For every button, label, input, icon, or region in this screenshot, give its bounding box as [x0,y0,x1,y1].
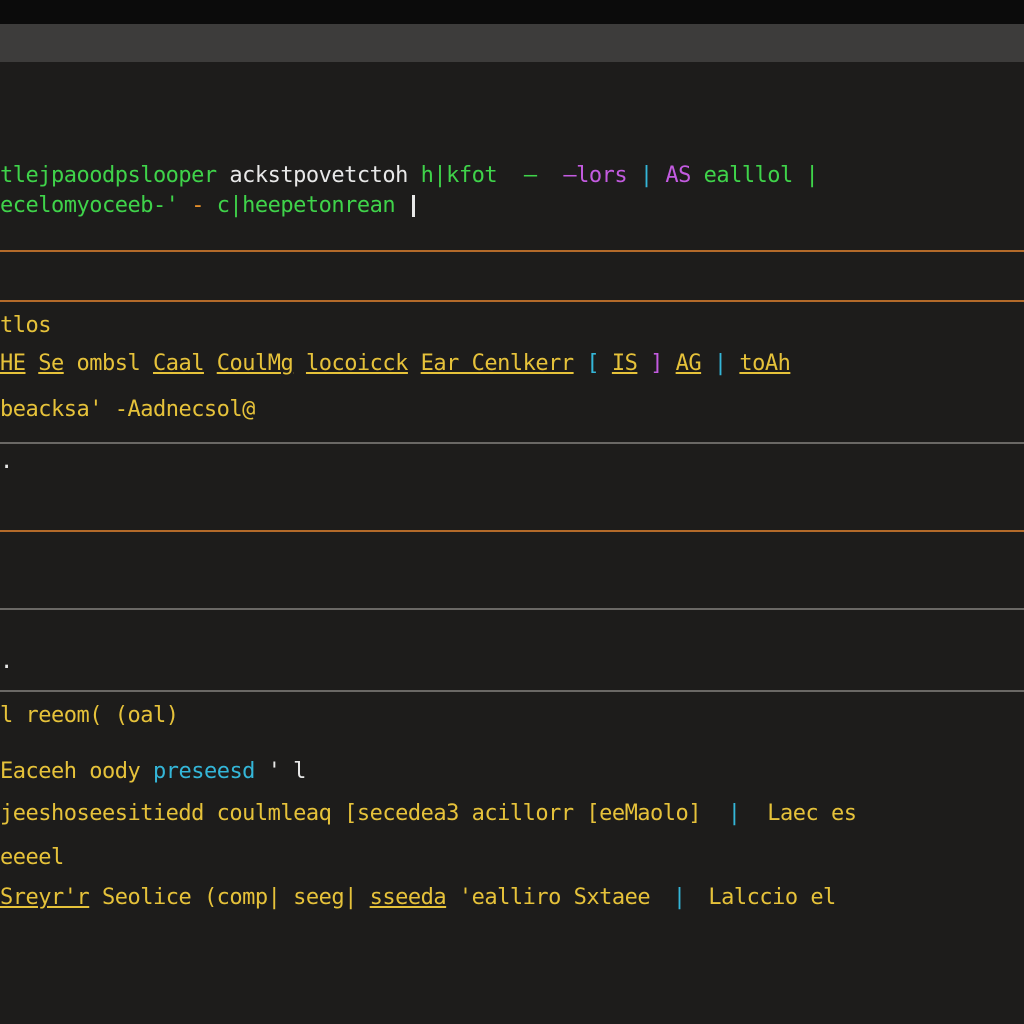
output-token: ] [650,351,663,376]
top-edge [0,0,1024,24]
output-line: jeeshoseesitiedd coulmleaq [secedea3 aci… [0,800,857,828]
output-token: | [727,801,741,826]
status-panel: . [0,610,1024,690]
output-token: | [713,351,727,376]
empty-panel [0,252,1024,300]
output-token: c|heepetonrean [216,193,396,218]
output-token: . [0,649,13,674]
output-token: Se [38,351,64,376]
output-token: h|kfot [420,163,498,188]
output-token: CoulMg [216,351,294,376]
output-token: ' l [267,759,307,784]
output-token: jeeshoseesitiedd [0,801,204,826]
output-line: HE Se ombsl Caal CoulMg locoicck Ear Cen… [0,350,791,378]
output-token: toAh [739,351,791,376]
output-line: tlejpaoodpslooper ackstpovetctoh h|kfot … [0,162,819,190]
output-line: tlos [0,312,51,340]
output-token: Caal [152,351,204,376]
output-token: tlejpaoodpslooper [0,163,217,188]
output-token: HE [0,351,26,376]
output-token: Ear Cenlkerr [420,351,574,376]
output-line: . [0,448,13,476]
output-token: ombsl [76,351,141,376]
output-token: 'ealliro [458,885,561,910]
output-token: [ [586,351,600,376]
output-token: seeg| [293,885,357,910]
output-block-2: tlos HE Se ombsl Caal CoulMg locoicck Ea… [0,302,1024,442]
output-token: ackstpovetctoh [229,163,408,188]
output-token: [secedea3 [344,801,459,826]
output-token: (oal) [114,703,179,728]
output-token: Lalccio [708,885,798,910]
output-token: (comp| [203,885,281,910]
output-token: acillorr [471,801,574,826]
output-line: eeeel [0,844,64,872]
output-token: beacksa' [0,397,102,422]
output-token: Sxtaee [573,885,651,910]
text-cursor [411,195,415,217]
output-token: el [810,885,836,910]
output-token: –lors [563,163,628,188]
output-token: -Aadnecsol@ [114,397,256,422]
empty-panel [0,532,1024,608]
output-block-1: tlejpaoodpslooper ackstpovetctoh h|kfot … [0,62,1024,250]
output-token: — [523,163,537,188]
output-line: Eaceeh oody preseesd ' l [0,758,306,786]
output-block-4: l reeom( (oal) Eaceeh oody preseesd ' l … [0,692,1024,1024]
title-bar [0,24,1024,62]
output-token: AS [665,163,691,188]
output-token: [eeMaolo] [586,801,702,826]
output-token: . [0,449,13,474]
output-token: Seolice [101,885,192,910]
output-token: AG [675,351,702,376]
output-token: Laec es [767,801,857,826]
output-token: | [672,885,686,910]
output-token: oody [89,759,141,784]
output-line: beacksa' -Aadnecsol@ [0,396,255,424]
output-line: l reeom( (oal) [0,702,179,730]
output-token: | [639,163,653,188]
output-token: preseesd [152,759,255,784]
output-token: Sreyr'r [0,885,90,910]
output-token: l reeom( [0,703,102,728]
output-block-3: . [0,444,1024,530]
output-token: Eaceeh [0,759,77,784]
output-token: coulmleaq [216,801,332,826]
output-line: . [0,648,13,676]
output-token: eeeel [0,845,64,870]
output-token: sseeda [369,885,447,910]
output-token: locoicck [305,351,408,376]
output-token: ealllol [703,163,794,188]
output-token: ecelomyoceeb-' [0,193,179,218]
output-token: tlos [0,313,51,338]
output-line: ecelomyoceeb-' - c|heepetonrean [0,192,415,220]
output-token: IS [611,351,638,376]
output-line: Sreyr'r Seolice (comp| seeg| sseeda 'eal… [0,884,836,912]
output-token: - [191,193,204,218]
output-token: | [805,163,819,188]
